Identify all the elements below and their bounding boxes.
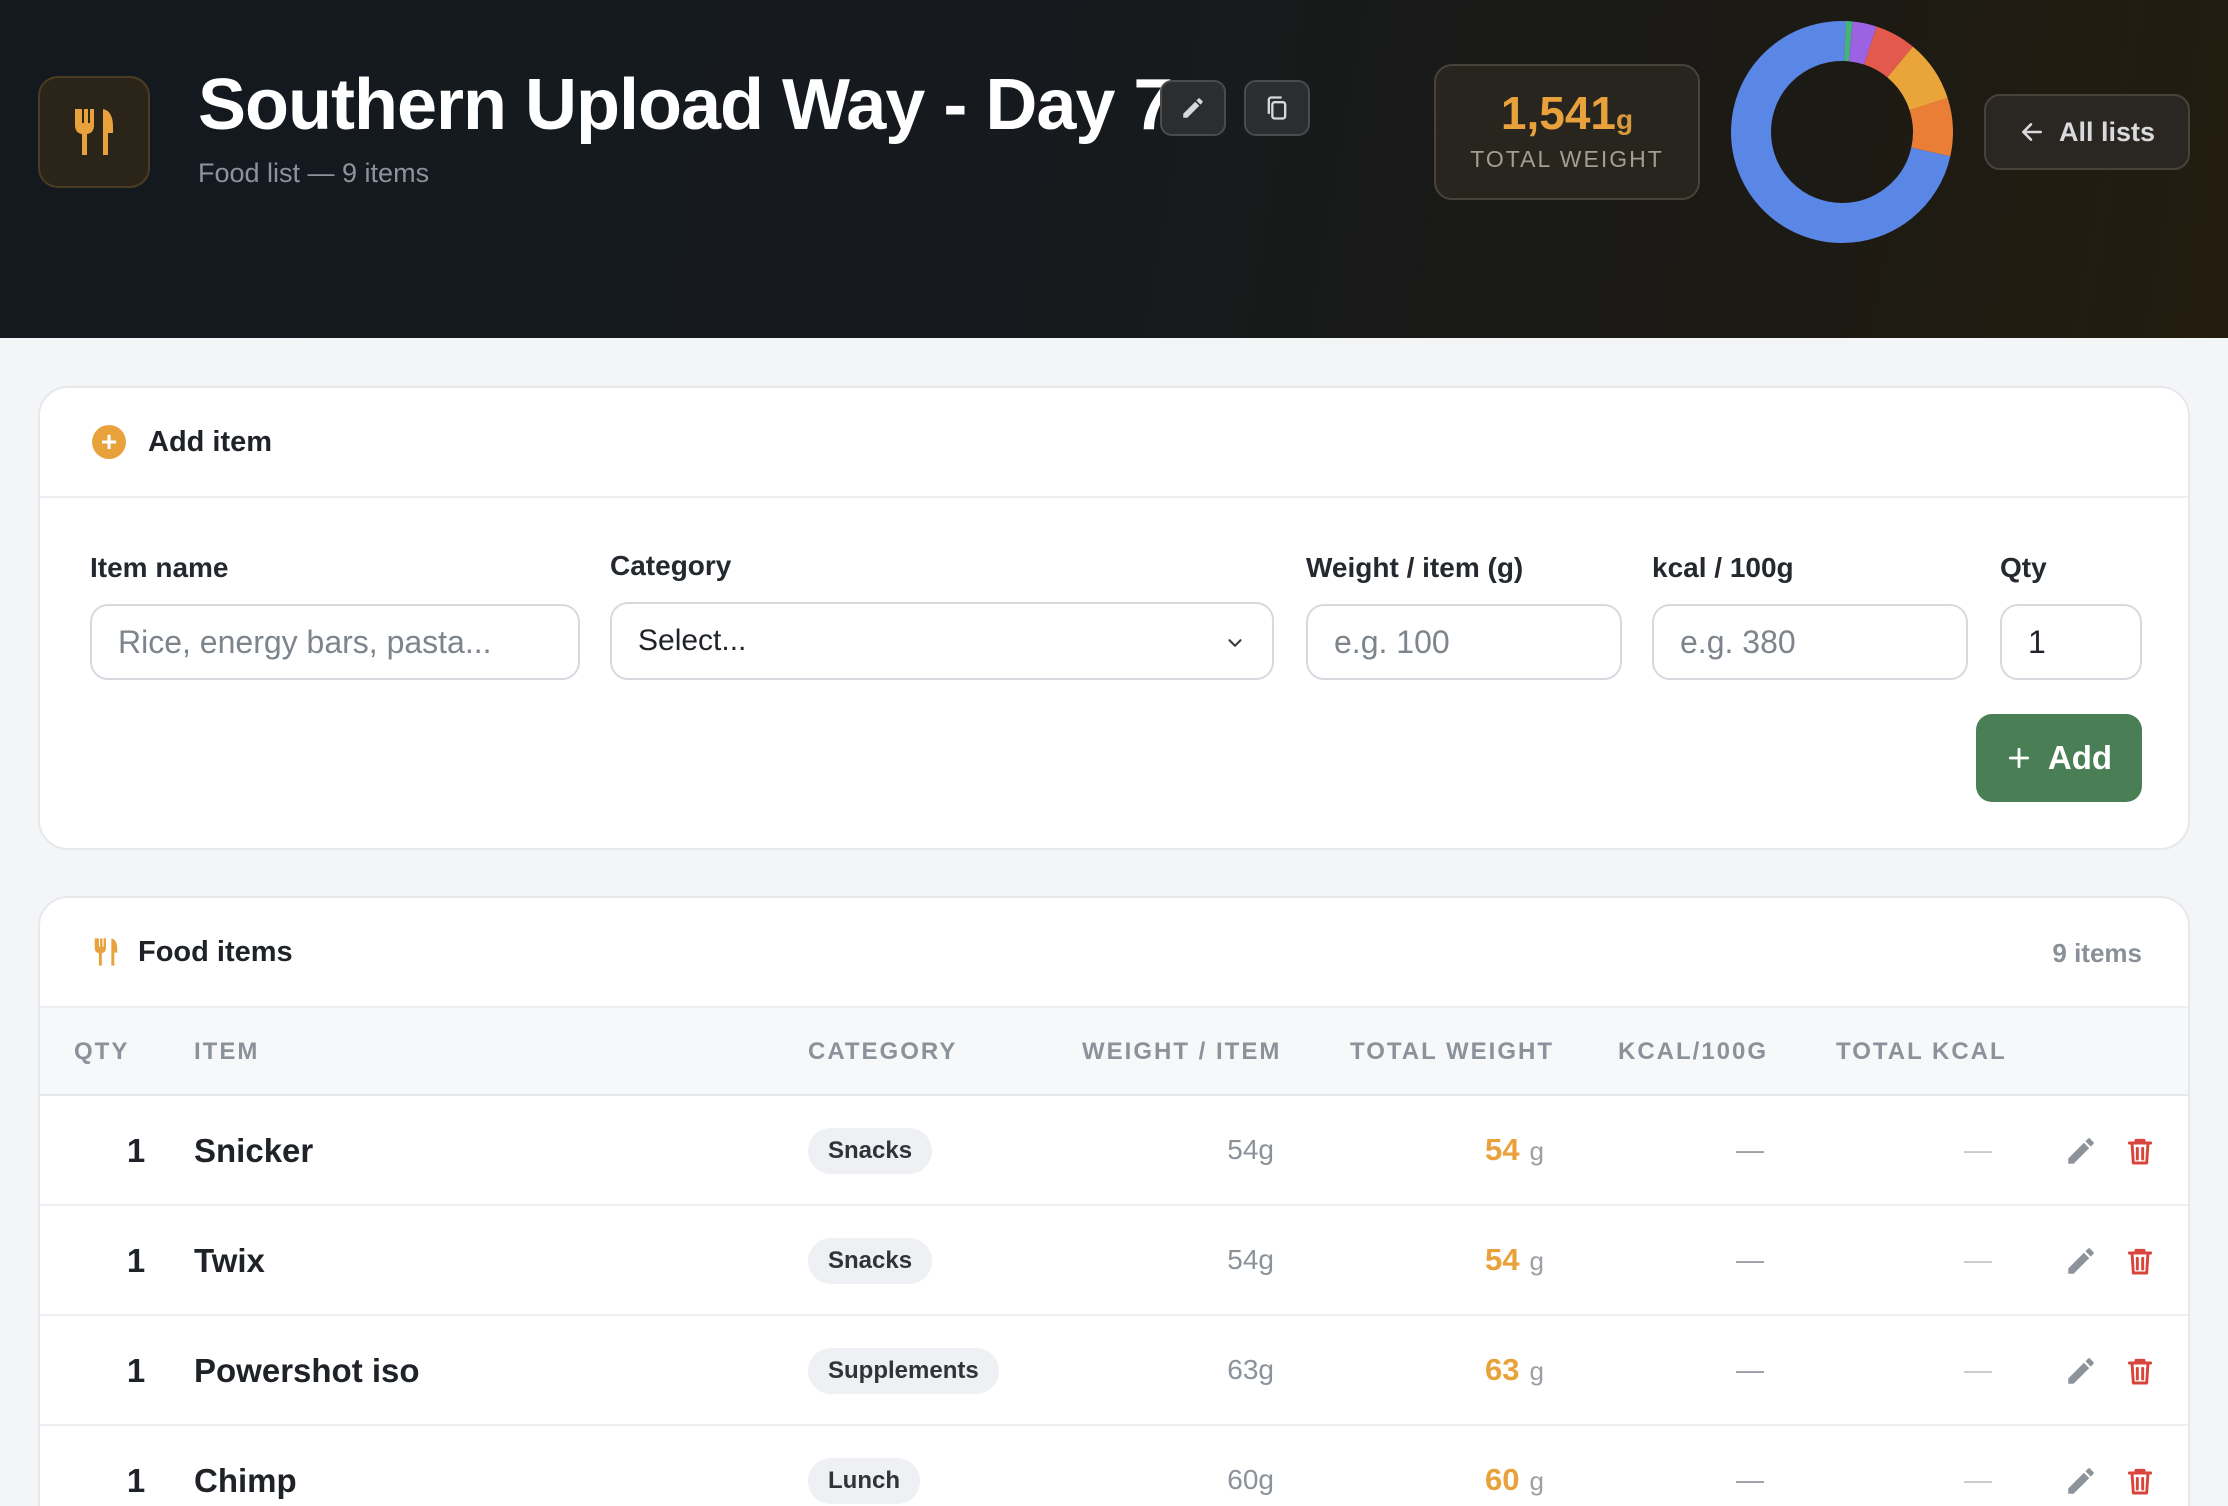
table-row: 1 Chimp Lunch 60g 60 g — —	[40, 1426, 2188, 1506]
trash-icon[interactable]	[2124, 1134, 2156, 1168]
table-row: 1 Snicker Snacks 54g 54 g — —	[40, 1096, 2188, 1206]
food-items-heading: Food items	[138, 935, 293, 968]
kcal-label: kcal / 100g	[1652, 552, 1794, 583]
edit-icon[interactable]	[2064, 1354, 2098, 1388]
all-lists-button[interactable]: All lists	[1984, 94, 2190, 170]
plus-icon	[2008, 747, 2029, 769]
add-item-card: + Add item Item name Category Select... …	[38, 386, 2190, 850]
trash-icon[interactable]	[2124, 1354, 2156, 1388]
col-total-weight[interactable]: TOTAL WEIGHT	[1350, 1038, 1554, 1066]
category-select[interactable]: Select...	[610, 602, 1274, 680]
edit-icon[interactable]	[2064, 1134, 2098, 1168]
pencil-icon	[1183, 98, 1203, 118]
add-item-header: + Add item	[40, 388, 2188, 498]
row-total-kcal: —	[1964, 1244, 1992, 1275]
row-weight-item: 54g	[1227, 1244, 1274, 1275]
edit-icon[interactable]	[2064, 1464, 2098, 1498]
row-name: Twix	[194, 1242, 265, 1279]
edit-icon[interactable]	[2064, 1244, 2098, 1278]
category-badge: Lunch	[808, 1458, 920, 1504]
duplicate-button[interactable]	[1244, 80, 1310, 136]
add-item-heading: Add item	[148, 425, 273, 458]
edit-title-button[interactable]	[1160, 80, 1226, 136]
table-header: QTY ITEM CATEGORY WEIGHT / ITEM TOTAL WE…	[40, 1008, 2188, 1096]
row-kcal100: —	[1736, 1134, 1764, 1165]
col-item[interactable]: ITEM	[194, 1038, 259, 1066]
chevron-down-icon	[1228, 639, 1242, 647]
copy-icon	[1267, 96, 1287, 120]
weight-label: Weight / item (g)	[1306, 552, 1524, 583]
row-kcal100: —	[1736, 1244, 1764, 1275]
row-name: Powershot iso	[194, 1352, 420, 1389]
category-badge: Supplements	[808, 1348, 999, 1394]
row-kcal100: —	[1736, 1464, 1764, 1495]
fork-knife-icon	[38, 76, 150, 188]
category-donut-chart	[1731, 21, 1953, 243]
row-name: Snicker	[194, 1132, 314, 1169]
row-total-weight: 54 g	[1485, 1242, 1544, 1277]
table-row: 1 Powershot iso Supplements 63g 63 g — —	[40, 1316, 2188, 1426]
row-qty: 1	[126, 1462, 146, 1499]
row-total-kcal: —	[1964, 1464, 1992, 1495]
row-kcal100: —	[1736, 1354, 1764, 1385]
row-total-weight: 63 g	[1485, 1352, 1544, 1387]
col-category[interactable]: CATEGORY	[808, 1038, 957, 1066]
item-name-input[interactable]	[90, 604, 580, 680]
row-total-kcal: —	[1964, 1134, 1992, 1165]
total-weight-value: 1,541g	[1500, 87, 1634, 139]
qty-input[interactable]	[2000, 604, 2142, 680]
qty-label: Qty	[2000, 552, 2047, 583]
items-count: 9 items	[2052, 938, 2142, 968]
kcal-input[interactable]	[1652, 604, 1968, 680]
row-name: Chimp	[194, 1462, 297, 1499]
category-label: Category	[610, 550, 732, 581]
row-qty: 1	[126, 1242, 146, 1279]
col-weight-item[interactable]: WEIGHT / ITEM	[1082, 1038, 1281, 1066]
food-items-header: Food items 9 items	[40, 898, 2188, 1008]
category-select-value: Select...	[638, 624, 747, 657]
add-button-label: Add	[2047, 739, 2113, 776]
page-header: Southern Upload Way - Day 7 Food list — …	[0, 0, 2228, 338]
arrow-left-icon	[2022, 123, 2042, 141]
all-lists-label: All lists	[2058, 116, 2156, 147]
fork-knife-icon	[94, 938, 118, 966]
col-total-kcal[interactable]: TOTAL KCAL	[1836, 1038, 2007, 1066]
page-title: Southern Upload Way - Day 7	[198, 65, 1173, 145]
row-qty: 1	[126, 1132, 146, 1169]
row-weight-item: 63g	[1227, 1354, 1274, 1385]
row-total-kcal: —	[1964, 1354, 1992, 1385]
weight-input[interactable]	[1306, 604, 1622, 680]
trash-icon[interactable]	[2124, 1244, 2156, 1278]
row-weight-item: 60g	[1227, 1464, 1274, 1495]
row-total-weight: 60 g	[1485, 1462, 1544, 1497]
row-qty: 1	[126, 1352, 146, 1389]
plus-circle-icon: +	[92, 425, 126, 459]
total-weight-label: TOTAL WEIGHT	[1470, 146, 1664, 172]
category-badge: Snacks	[808, 1128, 933, 1174]
item-name-label: Item name	[90, 552, 229, 583]
col-kcal100[interactable]: KCAL/100G	[1618, 1038, 1768, 1066]
row-total-weight: 54 g	[1485, 1132, 1544, 1167]
col-qty[interactable]: QTY	[74, 1038, 129, 1066]
table-row: 1 Twix Snacks 54g 54 g — —	[40, 1206, 2188, 1316]
page-subtitle: Food list — 9 items	[198, 158, 430, 188]
trash-icon[interactable]	[2124, 1464, 2156, 1498]
table-body: 1 Snicker Snacks 54g 54 g — — 1 Twix Snac…	[40, 1096, 2188, 1506]
add-item-button[interactable]: Add	[1976, 714, 2142, 802]
row-weight-item: 54g	[1227, 1134, 1274, 1165]
category-badge: Snacks	[808, 1238, 933, 1284]
total-weight-card: 1,541g TOTAL WEIGHT	[1434, 64, 1700, 200]
food-items-card: Food items 9 items QTY ITEM CATEGORY WEI…	[38, 896, 2190, 1506]
